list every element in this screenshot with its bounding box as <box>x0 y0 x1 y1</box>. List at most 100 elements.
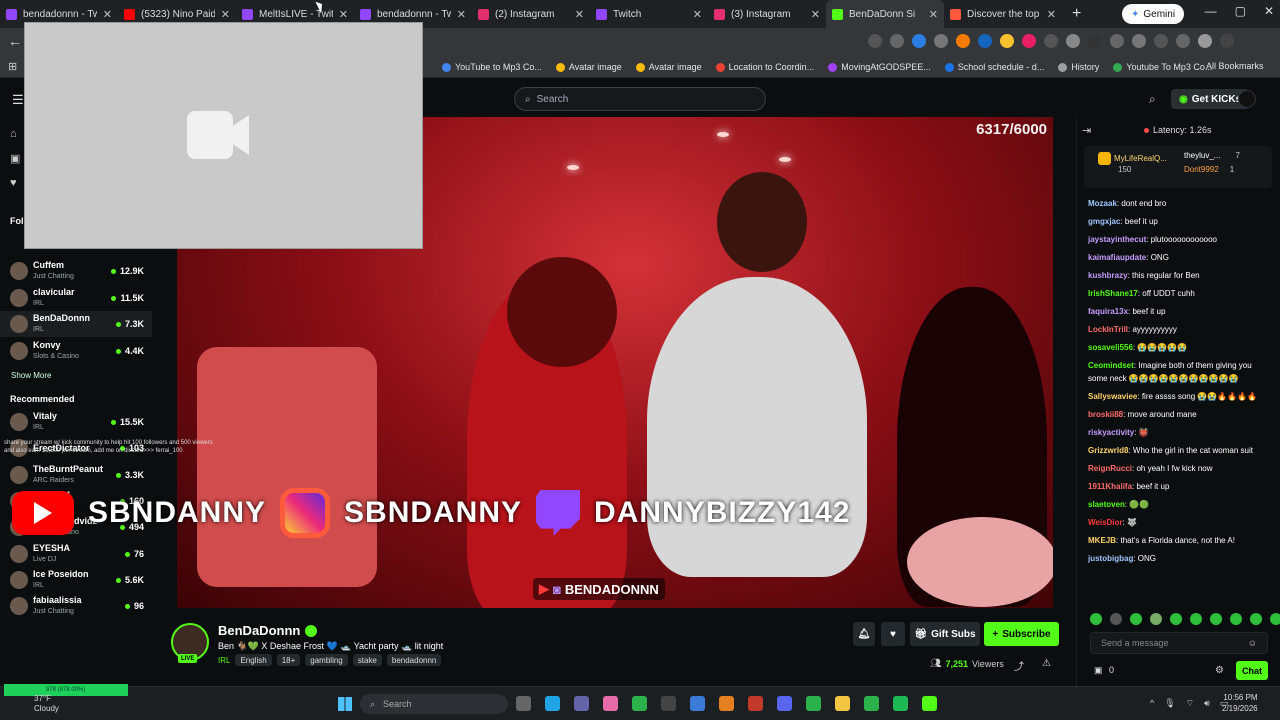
close-tab-icon[interactable]: ✕ <box>221 8 230 21</box>
app-icon[interactable] <box>661 696 676 711</box>
home-icon[interactable]: ⌂ <box>10 128 20 140</box>
extension-icon[interactable] <box>912 34 926 48</box>
app-icon[interactable] <box>690 696 705 711</box>
browser-tab[interactable]: Discover the top st ✕ <box>944 0 1062 28</box>
collapse-chat-icon[interactable]: ⇥ <box>1082 124 1091 137</box>
bookmark-item[interactable]: School schedule - d... <box>944 62 1044 72</box>
browser-tab[interactable]: (2) Instagram ✕ <box>472 0 590 28</box>
close-tab-icon[interactable]: ✕ <box>339 8 348 21</box>
folder-icon[interactable] <box>835 696 850 711</box>
close-tab-icon[interactable]: ✕ <box>575 8 584 21</box>
leader-entry[interactable]: Dont9992 1 <box>1184 165 1234 174</box>
stream-tag[interactable]: bendadonnn <box>386 654 442 666</box>
chat-username[interactable]: riskyactivity <box>1088 428 1134 437</box>
extension-icon[interactable] <box>1088 34 1102 48</box>
edge-icon[interactable] <box>545 696 560 711</box>
close-tab-icon[interactable]: ✕ <box>693 8 702 21</box>
extension-icon[interactable] <box>956 34 970 48</box>
emote-icon[interactable] <box>1230 613 1242 625</box>
sidebar-channel[interactable]: Cuffem Just Chatting 12.9K <box>0 258 152 284</box>
chat-settings-icon[interactable]: ⚙ <box>1215 665 1224 676</box>
leader-entry[interactable]: theyluv_... 7 <box>1184 151 1240 160</box>
extension-icon[interactable] <box>1066 34 1080 48</box>
chat-username[interactable]: MKEJB <box>1088 536 1116 545</box>
user-avatar[interactable] <box>1238 90 1256 108</box>
volume-icon[interactable]: 🔊︎ <box>1204 698 1210 709</box>
browser-tab[interactable]: Twitch ✕ <box>590 0 708 28</box>
notifications-button[interactable]: 🔔︎ <box>853 622 875 646</box>
close-tab-icon[interactable]: ✕ <box>811 8 820 21</box>
back-arrow-icon[interactable]: ← <box>8 33 22 49</box>
gemini-button[interactable]: ✦ Gemini <box>1122 4 1185 24</box>
bookmark-item[interactable]: Avatar image <box>555 62 622 72</box>
browser-tab[interactable]: BenDaDonn Si ✕ <box>826 0 944 28</box>
chat-username[interactable]: ReignRucci <box>1088 464 1132 473</box>
sidebar-channel[interactable]: Ice Poseidon IRL 5.6K <box>0 567 152 593</box>
discord-icon[interactable] <box>777 696 792 711</box>
bookmark-item[interactable]: Location to Coordin... <box>715 62 814 72</box>
taskbar-search[interactable]: ⌕ Search <box>360 694 508 714</box>
close-tab-icon[interactable]: ✕ <box>1047 8 1056 21</box>
kick-balance[interactable]: ▣ 0 <box>1094 665 1114 676</box>
chat-username[interactable]: slaetoven <box>1088 500 1125 509</box>
windows-start-icon[interactable] <box>338 697 352 711</box>
follow-button[interactable]: ♥ <box>881 622 905 646</box>
browse-icon[interactable]: ▣ <box>10 152 20 165</box>
emote-icon[interactable] <box>1130 613 1142 625</box>
sidebar-channel[interactable]: clavicular IRL 11.5K <box>0 285 152 311</box>
chat-send-button[interactable]: Chat <box>1236 661 1268 680</box>
taskbar-clock[interactable]: 10:56 PM 2/19/2026 <box>1222 692 1258 714</box>
tray-chevron-icon[interactable]: ^ <box>1150 698 1154 709</box>
chat-username[interactable]: IrishShane17 <box>1088 289 1138 298</box>
all-bookmarks[interactable]: All Bookmarks <box>1206 61 1264 71</box>
emote-icon[interactable] <box>1250 613 1262 625</box>
mic-icon[interactable]: 🎙︎ <box>1164 698 1175 709</box>
chat-username[interactable]: kaimafiaupdate <box>1088 253 1146 262</box>
emote-icon[interactable] <box>1170 613 1182 625</box>
extension-icon[interactable] <box>1044 34 1058 48</box>
chat-username[interactable]: broskii88 <box>1088 410 1123 419</box>
apps-grid-icon[interactable]: ⊞ <box>8 60 17 73</box>
bookmark-item[interactable]: MovingAtGODSPEE... <box>828 62 931 72</box>
extension-icon[interactable] <box>978 34 992 48</box>
chat-username[interactable]: justobigbag <box>1088 554 1133 563</box>
task-view-icon[interactable] <box>516 696 531 711</box>
sidebar-channel[interactable]: EYESHA Live DJ 76 <box>0 541 152 567</box>
menu-dots-icon[interactable] <box>1220 34 1234 48</box>
extension-icon[interactable] <box>1022 34 1036 48</box>
minimize-icon[interactable]: — <box>1205 4 1217 18</box>
star-icon[interactable] <box>890 34 904 48</box>
chrome-icon[interactable] <box>806 696 821 711</box>
sidebar-channel[interactable]: fabiaalissia Just Chatting 96 <box>0 593 152 619</box>
share-icon[interactable]: ⤴ <box>1014 658 1024 673</box>
app-icon[interactable] <box>922 696 937 711</box>
bookmark-item[interactable]: Avatar image <box>635 62 702 72</box>
app-icon[interactable] <box>719 696 734 711</box>
bookmark-item[interactable]: YouTube to Mp3 Co... <box>442 62 542 72</box>
wifi-icon[interactable]: ⌔ <box>1186 698 1194 709</box>
stream-tag[interactable]: gambling <box>305 654 348 666</box>
sidebar-channel[interactable]: TheBurntPeanut ARC Raiders 3.3K <box>0 462 152 488</box>
bookmark-item[interactable]: Youtube To Mp3 Co... <box>1113 62 1212 72</box>
chat-username[interactable]: jaystayinthecut <box>1088 235 1146 244</box>
close-tab-icon[interactable]: ✕ <box>929 8 938 21</box>
browser-tab[interactable]: (3) Instagram ✕ <box>708 0 826 28</box>
stream-tag[interactable]: stake <box>352 654 382 666</box>
chat-username[interactable]: 1911Khalifa <box>1088 482 1132 491</box>
bookmark-item[interactable]: History <box>1058 62 1099 72</box>
emote-icon[interactable] <box>1110 613 1122 625</box>
profile-icon[interactable] <box>1198 34 1212 48</box>
maximize-icon[interactable]: ▢ <box>1235 4 1246 18</box>
emote-icon[interactable] <box>1210 613 1222 625</box>
emote-icon[interactable] <box>1270 613 1280 625</box>
extension-icon[interactable] <box>934 34 948 48</box>
close-tab-icon[interactable]: ✕ <box>103 8 112 21</box>
extension-icon[interactable] <box>1000 34 1014 48</box>
chat-username[interactable]: LockInTrill <box>1088 325 1128 334</box>
app-icon[interactable] <box>748 696 763 711</box>
following-icon[interactable]: ♥ <box>10 177 20 189</box>
emote-icon[interactable] <box>1150 613 1162 625</box>
close-window-icon[interactable]: ✕ <box>1264 4 1274 18</box>
puzzle-icon[interactable] <box>1110 34 1124 48</box>
chat-search-icon[interactable]: ⌕ <box>1149 92 1156 107</box>
